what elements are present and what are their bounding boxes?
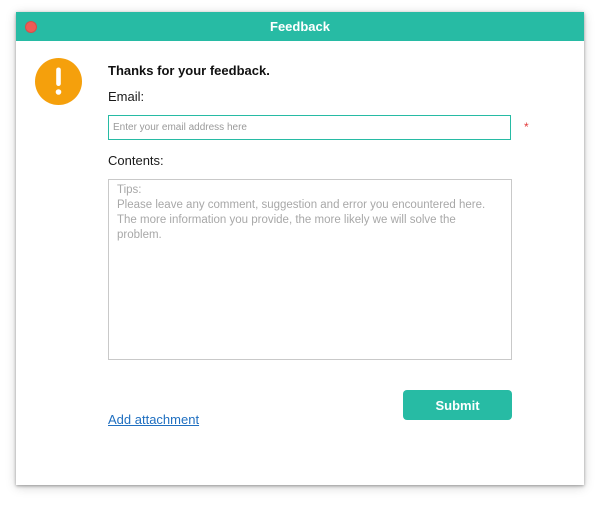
email-field[interactable] [108,115,511,140]
submit-button[interactable]: Submit [403,390,512,420]
window-title: Feedback [270,19,330,34]
exclamation-icon [35,58,82,105]
close-window-button[interactable] [25,21,37,33]
feedback-window: Feedback Thanks for your feedback. Email… [16,12,584,485]
title-bar: Feedback [16,12,584,41]
contents-textarea[interactable] [108,179,512,360]
feedback-heading: Thanks for your feedback. [108,63,270,78]
add-attachment-link[interactable]: Add attachment [108,412,199,427]
email-label: Email: [108,89,145,104]
required-marker: * [524,120,529,134]
contents-label: Contents: [108,153,164,168]
